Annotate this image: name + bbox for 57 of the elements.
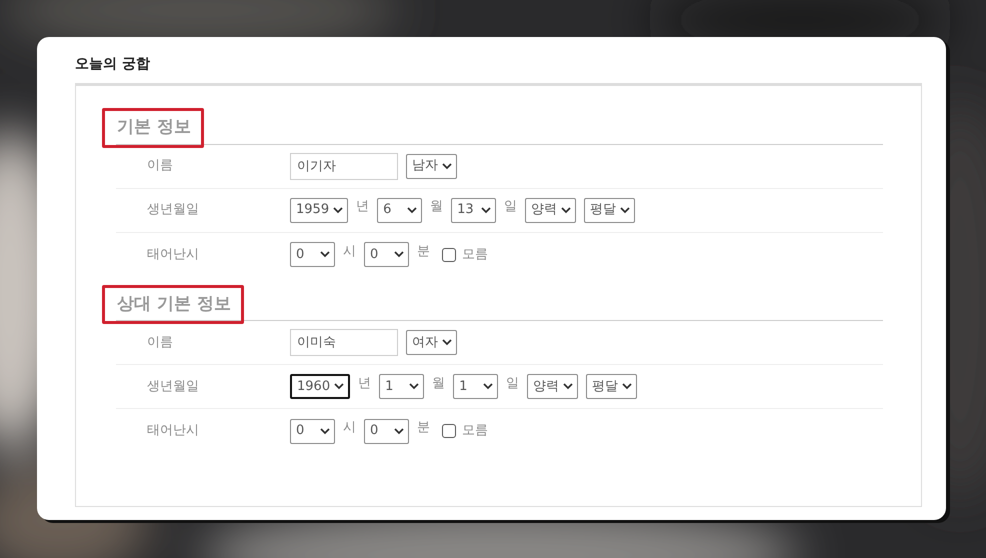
chevron-down-icon <box>620 206 630 214</box>
name-input[interactable]: 이미숙 <box>290 329 398 356</box>
dropdown[interactable]: 1 <box>453 374 498 399</box>
chevron-down-icon <box>563 383 574 390</box>
dropdown[interactable]: 양력 <box>525 198 576 222</box>
dropdown[interactable]: 0 <box>364 242 409 267</box>
field-label: 생년월일 <box>146 201 200 220</box>
dropdown[interactable]: 0 <box>290 418 335 444</box>
dropdown[interactable]: 양력 <box>527 374 578 399</box>
dropdown[interactable]: 1 <box>379 374 424 399</box>
dropdown[interactable]: 1960 <box>290 374 350 399</box>
chevron-down-icon <box>622 383 632 390</box>
field-label: 태어난시 <box>146 246 200 264</box>
chevron-down-icon <box>442 339 452 346</box>
unit-label: 년 <box>356 198 370 216</box>
chevron-down-icon <box>407 206 418 214</box>
chevron-down-icon <box>320 251 330 258</box>
unit-label: 월 <box>430 198 444 216</box>
field-label: 태어난시 <box>146 422 200 440</box>
chevron-down-icon <box>442 162 452 170</box>
unit-label: 일 <box>504 198 518 216</box>
unit-label: 분 <box>417 419 430 438</box>
section-heading: 기본 정보 <box>102 108 204 148</box>
dropdown[interactable]: 13 <box>451 198 496 222</box>
field-label: 생년월일 <box>146 378 200 396</box>
chevron-down-icon <box>481 206 492 214</box>
chevron-down-icon <box>561 206 572 214</box>
unit-label: 년 <box>358 374 372 393</box>
chevron-down-icon <box>320 428 330 434</box>
field-label: 이름 <box>146 334 174 352</box>
checkbox[interactable] <box>442 248 456 262</box>
checkbox[interactable] <box>442 424 456 438</box>
checkbox-label[interactable]: 모름 <box>462 421 488 441</box>
unit-label: 시 <box>343 419 356 438</box>
chevron-down-icon <box>483 383 494 390</box>
dropdown[interactable]: 0 <box>364 418 409 444</box>
dropdown[interactable]: 6 <box>377 198 422 222</box>
dropdown[interactable]: 평달 <box>584 198 636 222</box>
checkbox-label[interactable]: 모름 <box>462 244 488 264</box>
chevron-down-icon <box>333 206 344 214</box>
chevron-down-icon <box>334 383 344 390</box>
unit-label: 월 <box>432 374 446 393</box>
unit-label: 일 <box>506 374 520 393</box>
chevron-down-icon <box>409 383 420 390</box>
page-title: 오늘의 궁합 <box>75 55 150 74</box>
section-heading: 상대 기본 정보 <box>102 284 244 324</box>
unit-label: 시 <box>343 242 356 261</box>
name-input[interactable]: 이기자 <box>290 152 398 180</box>
dropdown[interactable]: 여자 <box>406 330 457 355</box>
unit-label: 분 <box>417 242 430 261</box>
dropdown[interactable]: 남자 <box>406 154 457 178</box>
chevron-down-icon <box>394 251 404 258</box>
dropdown[interactable]: 평달 <box>586 374 638 399</box>
dropdown[interactable]: 0 <box>290 242 335 267</box>
chevron-down-icon <box>394 428 404 434</box>
field-label: 이름 <box>146 157 174 176</box>
dropdown[interactable]: 1959 <box>290 198 348 222</box>
